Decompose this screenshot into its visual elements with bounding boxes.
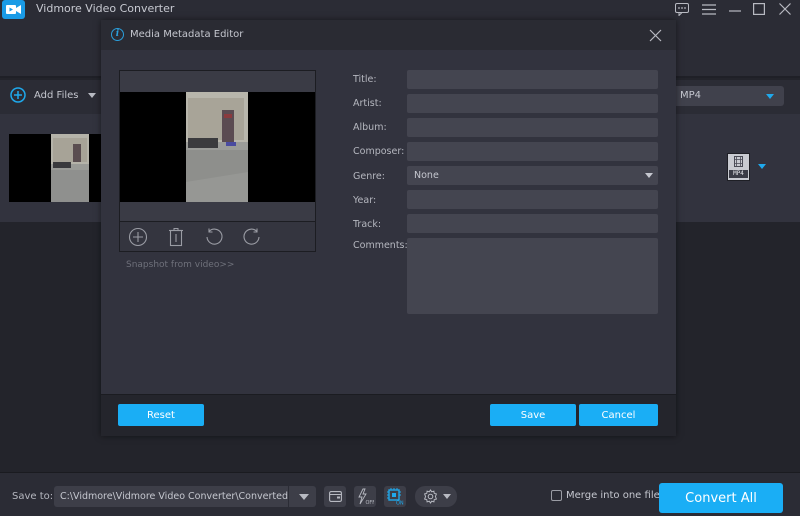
- output-format-value: MP4: [680, 90, 702, 101]
- chevron-down-icon: [766, 94, 774, 99]
- track-label: Track:: [353, 219, 382, 230]
- add-icon[interactable]: [128, 227, 148, 247]
- chevron-down-icon: [443, 494, 451, 499]
- svg-text:ON: ON: [396, 501, 404, 506]
- merge-checkbox-box[interactable]: [551, 490, 562, 501]
- add-files-button[interactable]: Add Files: [10, 87, 97, 103]
- output-format-badge[interactable]: MP4: [727, 153, 750, 181]
- hardware-acceleration-button[interactable]: OFF: [354, 486, 376, 507]
- title-input[interactable]: [407, 70, 658, 89]
- artist-label: Artist:: [353, 98, 382, 109]
- format-label: MP4: [729, 170, 748, 178]
- minimize-icon[interactable]: [726, 1, 744, 17]
- save-path-input[interactable]: C:\Vidmore\Vidmore Video Converter\Conve…: [54, 486, 316, 507]
- lightning-off-icon: OFF: [358, 488, 375, 505]
- save-path-value: C:\Vidmore\Vidmore Video Converter\Conve…: [60, 491, 288, 502]
- maximize-icon[interactable]: [750, 1, 768, 17]
- genre-label: Genre:: [353, 171, 385, 182]
- metadata-editor-dialog: i Media Metadata Editor Snapshot from vi…: [101, 20, 676, 436]
- rotate-right-icon[interactable]: [242, 227, 262, 247]
- title-bar: Vidmore Video Converter: [0, 0, 800, 20]
- folder-icon: [328, 491, 342, 502]
- chevron-down-icon[interactable]: [758, 164, 766, 169]
- dialog-header: i Media Metadata Editor: [101, 20, 676, 50]
- gpu-acceleration-button[interactable]: ON: [384, 486, 406, 507]
- settings-button[interactable]: [415, 486, 457, 507]
- artist-input[interactable]: [407, 94, 658, 113]
- composer-input[interactable]: [407, 142, 658, 161]
- cover-image: [120, 92, 315, 202]
- dialog-footer: Reset Save Cancel: [101, 394, 676, 436]
- save-button[interactable]: Save: [490, 404, 576, 426]
- comments-textarea[interactable]: [407, 238, 658, 314]
- chevron-down-icon: [299, 494, 309, 500]
- chevron-down-icon[interactable]: [88, 92, 97, 98]
- cover-toolbar: [120, 221, 315, 251]
- reset-button[interactable]: Reset: [118, 404, 204, 426]
- album-input[interactable]: [407, 118, 658, 137]
- merge-checkbox[interactable]: Merge into one file: [551, 490, 660, 501]
- comments-label: Comments:: [353, 240, 408, 251]
- rotate-left-icon[interactable]: [204, 227, 224, 247]
- add-files-label: Add Files: [34, 89, 79, 101]
- app-logo-icon: [2, 0, 25, 19]
- cancel-button[interactable]: Cancel: [579, 404, 658, 426]
- save-path-dropdown[interactable]: [288, 486, 316, 507]
- app-title: Vidmore Video Converter: [36, 2, 175, 15]
- svg-text:OFF: OFF: [366, 500, 375, 505]
- year-input[interactable]: [407, 190, 658, 209]
- chevron-down-icon: [645, 173, 653, 178]
- menu-icon[interactable]: [700, 1, 718, 17]
- genre-select[interactable]: None: [407, 166, 658, 185]
- genre-value: None: [414, 170, 439, 181]
- close-icon[interactable]: [776, 1, 794, 17]
- film-icon: [734, 156, 743, 167]
- bottom-bar: Save to: C:\Vidmore\Vidmore Video Conver…: [0, 472, 800, 516]
- dialog-title: Media Metadata Editor: [130, 29, 244, 40]
- track-input[interactable]: [407, 214, 658, 233]
- cover-preview: [119, 70, 316, 252]
- title-label: Title:: [353, 74, 377, 85]
- feedback-icon[interactable]: [673, 1, 691, 17]
- merge-label: Merge into one file: [566, 490, 660, 501]
- year-label: Year:: [353, 195, 377, 206]
- cpu-chip-icon: ON: [387, 488, 404, 506]
- gear-icon: [423, 489, 438, 504]
- album-label: Album:: [353, 122, 387, 133]
- dialog-close-icon[interactable]: [649, 27, 663, 42]
- add-circle-icon: [10, 87, 26, 103]
- video-thumbnail[interactable]: [9, 134, 103, 202]
- trash-icon[interactable]: [166, 227, 186, 247]
- open-folder-button[interactable]: [324, 486, 346, 507]
- output-format-select[interactable]: MP4: [672, 86, 784, 106]
- info-icon: i: [111, 28, 124, 41]
- snapshot-from-video-link[interactable]: Snapshot from video>>: [126, 260, 234, 270]
- convert-all-button[interactable]: Convert All: [659, 483, 783, 513]
- save-to-label: Save to:: [12, 491, 54, 502]
- composer-label: Composer:: [353, 146, 405, 157]
